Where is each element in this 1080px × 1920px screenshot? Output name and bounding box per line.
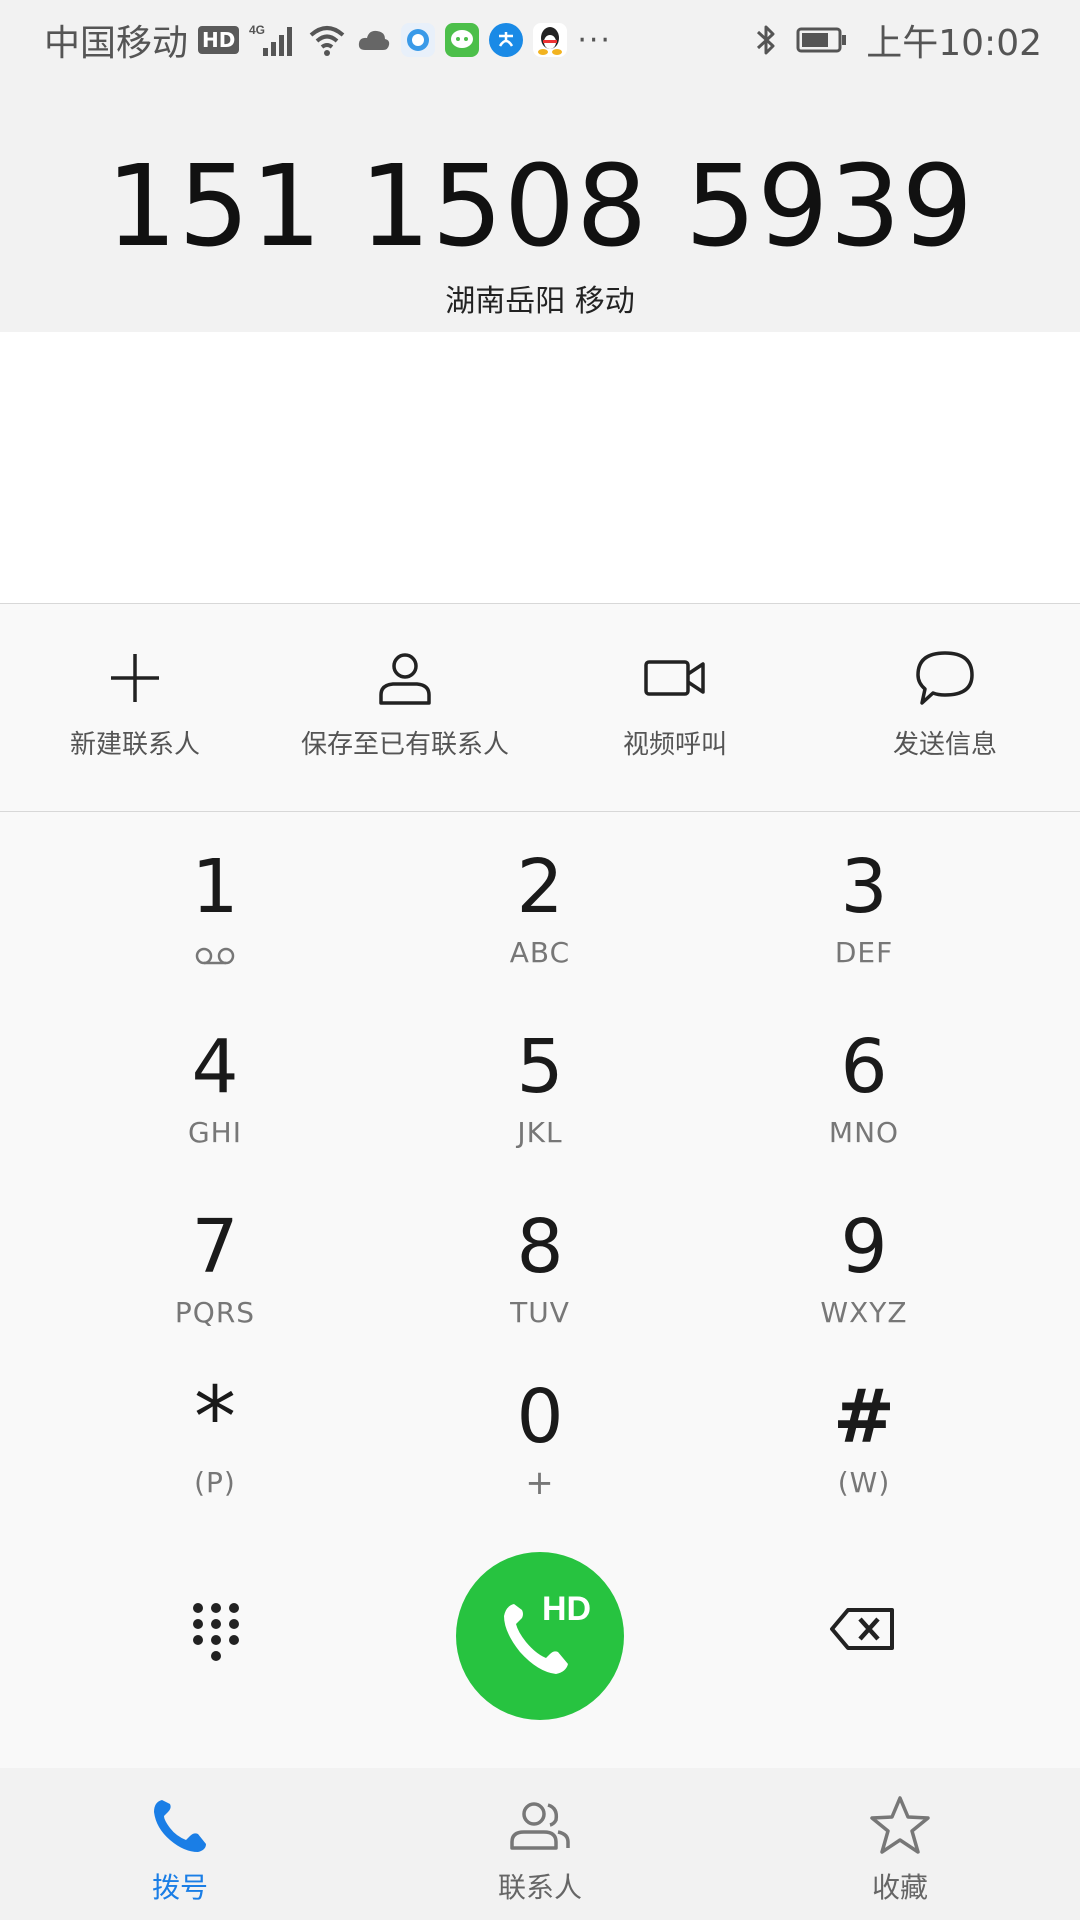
key-digit: 1: [191, 844, 239, 930]
backspace-icon: [830, 1608, 894, 1650]
key-letters: WXYZ: [820, 1296, 908, 1329]
key-letters: +: [525, 1463, 555, 1503]
key-0[interactable]: 0 +: [400, 1342, 680, 1512]
tab-contacts[interactable]: 联系人: [360, 1768, 720, 1920]
alipay-app-icon: [489, 23, 524, 57]
status-left: 中国移动 HD 4G ···: [44, 14, 612, 66]
key-digit: 9: [840, 1204, 888, 1290]
qq-app-icon: [533, 23, 568, 57]
message-bubble-icon: [913, 646, 977, 710]
key-letters: DEF: [834, 936, 894, 969]
key-digit: 0: [516, 1374, 564, 1460]
key-digit: 8: [516, 1204, 564, 1290]
key-3[interactable]: 3 DEF: [724, 812, 1004, 982]
call-button[interactable]: HD: [456, 1552, 624, 1720]
key-7[interactable]: 7 PQRS: [75, 1172, 355, 1342]
key-digit: 5: [516, 1024, 564, 1110]
new-contact-button[interactable]: 新建联系人: [0, 604, 270, 811]
key-5[interactable]: 5 JKL: [400, 992, 680, 1162]
backspace-button[interactable]: [828, 1604, 898, 1664]
carrier-name: 中国移动: [44, 23, 189, 64]
key-digit: 2: [516, 844, 564, 930]
video-call-button[interactable]: 视频呼叫: [540, 604, 810, 811]
battery-icon: [796, 26, 848, 54]
key-digit: 6: [840, 1024, 888, 1110]
key-digit: #: [832, 1374, 895, 1460]
tab-dialer[interactable]: 拨号: [0, 1768, 360, 1920]
key-8[interactable]: 8 TUV: [400, 1172, 680, 1342]
key-letters: ABC: [509, 936, 571, 969]
browser-app-icon: [401, 23, 436, 57]
dialpad-toggle-button[interactable]: [176, 1598, 256, 1678]
suggestions-area: [0, 332, 1080, 604]
more-notifications-icon: ···: [577, 22, 612, 58]
hd-call-icon: HD: [504, 1590, 591, 1674]
key-letters: JKL: [517, 1116, 563, 1149]
dial-keypad: 1 2 ABC 3 DEF 4 GHI 5 JKL 6 MNO 7 PQRS 8…: [0, 812, 1080, 1532]
network-type-label: 4G: [249, 23, 265, 37]
save-to-existing-contact-label: 保存至已有联系人: [300, 730, 509, 760]
key-hash[interactable]: # (W): [724, 1342, 1004, 1512]
video-camera-icon: [643, 646, 707, 710]
new-contact-label: 新建联系人: [69, 730, 200, 760]
clock: 上午10:02: [866, 23, 1042, 64]
contacts-icon: [510, 1802, 570, 1850]
number-display: 151 1508 5939 湖南岳阳 移动: [0, 72, 1080, 332]
hd-label: HD: [542, 1590, 591, 1628]
cloud-icon: [357, 28, 391, 52]
wechat-app-icon: [445, 23, 480, 57]
video-call-label: 视频呼叫: [622, 730, 727, 760]
status-bar: 中国移动 HD 4G ··· 上午10:02: [0, 0, 1080, 72]
number-actions: 新建联系人 保存至已有联系人 视频呼叫 发送信息: [0, 604, 1080, 812]
status-right: 上午10:02: [754, 14, 1042, 66]
key-letters: PQRS: [174, 1296, 256, 1329]
key-4[interactable]: 4 GHI: [75, 992, 355, 1162]
phone-icon: [154, 1800, 206, 1852]
number-location: 湖南岳阳 移动: [445, 284, 635, 319]
tab-dialer-label: 拨号: [151, 1871, 208, 1904]
key-letters: TUV: [510, 1296, 570, 1329]
star-icon: [870, 1796, 930, 1854]
plus-icon: [103, 646, 167, 710]
key-2[interactable]: 2 ABC: [400, 812, 680, 982]
key-1[interactable]: 1: [75, 812, 355, 982]
key-9[interactable]: 9 WXYZ: [724, 1172, 1004, 1342]
dial-controls: HD: [0, 1532, 1080, 1768]
key-letters: MNO: [828, 1116, 900, 1149]
key-digit: 4: [191, 1024, 239, 1110]
bottom-navigation: 拨号 联系人 收藏: [0, 1768, 1080, 1920]
tab-favorites-label: 收藏: [871, 1871, 928, 1904]
key-digit: 7: [191, 1204, 239, 1290]
dialed-number[interactable]: 151 1508 5939: [0, 142, 1080, 272]
tab-contacts-label: 联系人: [497, 1871, 582, 1904]
wifi-icon: [307, 23, 347, 57]
send-message-label: 发送信息: [892, 730, 997, 760]
tab-favorites[interactable]: 收藏: [720, 1768, 1080, 1920]
bluetooth-icon: [754, 22, 778, 58]
person-icon: [373, 646, 437, 710]
key-letters: (W): [837, 1466, 891, 1499]
key-6[interactable]: 6 MNO: [724, 992, 1004, 1162]
signal-icon: 4G: [249, 22, 297, 58]
dialpad-icon: [193, 1603, 239, 1661]
hd-badge: HD: [198, 26, 240, 54]
voicemail-icon: [193, 940, 237, 974]
save-to-existing-contact-button[interactable]: 保存至已有联系人: [270, 604, 540, 811]
key-letters: (P): [194, 1466, 236, 1499]
key-digit: 3: [840, 844, 888, 930]
key-letters: GHI: [187, 1116, 242, 1149]
send-message-button[interactable]: 发送信息: [810, 604, 1080, 811]
key-star[interactable]: * (P): [75, 1342, 355, 1512]
key-digit: *: [194, 1368, 236, 1466]
